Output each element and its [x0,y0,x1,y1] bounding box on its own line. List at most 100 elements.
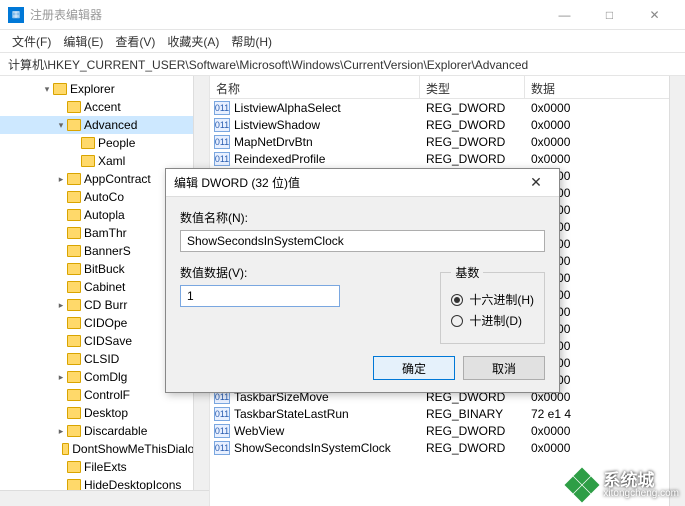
tree-item[interactable]: Desktop [0,404,209,422]
ok-button[interactable]: 确定 [373,356,455,380]
row-data: 0x0000 [525,441,685,455]
tree-item[interactable]: ▸ Discardable [0,422,209,440]
row-type: REG_DWORD [420,441,525,455]
value-icon: 011 [214,407,230,421]
value-data-input[interactable] [180,285,340,307]
folder-icon [67,407,81,419]
value-name-field: ShowSecondsInSystemClock [180,230,545,252]
twisty-icon[interactable]: ▸ [56,174,66,185]
address-text: 计算机\HKEY_CURRENT_USER\Software\Microsoft… [8,56,528,73]
folder-icon [81,137,95,149]
folder-icon [67,101,81,113]
folder-icon [62,443,70,455]
twisty-icon[interactable]: ▸ [56,372,66,383]
app-icon: ▦ [8,7,24,23]
folder-icon [67,263,81,275]
tree-item[interactable]: DontShowMeThisDialogA [0,440,209,458]
list-row[interactable]: 011TaskbarStateLastRunREG_BINARY72 e1 4 [210,405,685,422]
list-row[interactable]: 011WebViewREG_DWORD0x0000 [210,422,685,439]
tree-item[interactable]: ▾ Explorer [0,80,209,98]
radio-dec[interactable]: 十进制(D) [451,312,534,329]
radio-dec-indicator [451,315,463,327]
twisty-icon[interactable]: ▸ [56,300,66,311]
folder-icon [67,281,81,293]
row-name: MapNetDrvBtn [234,135,420,149]
value-icon: 011 [214,101,230,115]
radio-hex[interactable]: 十六进制(H) [451,291,534,308]
menu-file[interactable]: 文件(F) [8,31,55,52]
tree-item-label: BannerS [84,244,131,258]
list-row[interactable]: 011ListviewShadowREG_DWORD0x0000 [210,116,685,133]
maximize-button[interactable]: □ [587,1,632,29]
folder-icon [67,353,81,365]
addressbar[interactable]: 计算机\HKEY_CURRENT_USER\Software\Microsoft… [0,52,685,76]
list-scrollbar-v[interactable] [669,76,685,506]
menu-favorites[interactable]: 收藏夹(A) [163,31,223,52]
folder-icon [67,245,81,257]
tree-item[interactable]: Accent [0,98,209,116]
row-name: WebView [234,424,420,438]
twisty-icon[interactable]: ▾ [56,120,66,131]
menu-help[interactable]: 帮助(H) [227,31,276,52]
tree-item-label: AppContract [84,172,151,186]
cancel-button[interactable]: 取消 [463,356,545,380]
tree-scrollbar-h[interactable] [0,490,209,506]
folder-icon [67,173,81,185]
row-type: REG_BINARY [420,407,525,421]
tree-item-label: Autopla [84,208,125,222]
row-data: 0x0000 [525,135,685,149]
col-data[interactable]: 数据 [525,76,685,98]
list-row[interactable]: 011ShowSecondsInSystemClockREG_DWORD0x00… [210,439,685,456]
folder-icon [67,227,81,239]
watermark-url: xitongcheng.com [603,489,679,499]
list-row[interactable]: 011ListviewAlphaSelectREG_DWORD0x0000 [210,99,685,116]
twisty-icon[interactable]: ▾ [42,84,52,95]
menubar: 文件(F) 编辑(E) 查看(V) 收藏夹(A) 帮助(H) [0,30,685,52]
tree-item-label: BamThr [84,226,127,240]
list-header: 名称 类型 数据 [210,76,685,99]
row-type: REG_DWORD [420,152,525,166]
dialog-title: 编辑 DWORD (32 位)值 [174,174,521,191]
row-type: REG_DWORD [420,424,525,438]
twisty-icon[interactable]: ▸ [56,426,66,437]
tree-item[interactable]: FileExts [0,458,209,476]
folder-icon [67,389,81,401]
value-icon: 011 [214,118,230,132]
watermark-brand: 系统城 [603,472,679,489]
col-type[interactable]: 类型 [420,76,525,98]
col-name[interactable]: 名称 [210,76,420,98]
watermark-logo [567,470,597,500]
value-icon: 011 [214,424,230,438]
window-title: 注册表编辑器 [30,6,542,23]
tree-item-label: Cabinet [84,280,125,294]
tree-item-label: Explorer [70,82,115,96]
tree-item[interactable]: People [0,134,209,152]
folder-icon [67,335,81,347]
value-icon: 011 [214,135,230,149]
row-type: REG_DWORD [420,101,525,115]
folder-icon [67,317,81,329]
tree-item-label: Desktop [84,406,128,420]
row-data: 0x0000 [525,118,685,132]
dialog-close-button[interactable]: ✕ [521,174,551,191]
list-row[interactable]: 011MapNetDrvBtnREG_DWORD0x0000 [210,133,685,150]
menu-edit[interactable]: 编辑(E) [59,31,107,52]
list-row[interactable]: 011ReindexedProfileREG_DWORD0x0000 [210,150,685,167]
menu-view[interactable]: 查看(V) [111,31,159,52]
row-name: ReindexedProfile [234,152,420,166]
titlebar: ▦ 注册表编辑器 — □ ✕ [0,0,685,30]
watermark: 系统城 xitongcheng.com [567,470,679,500]
minimize-button[interactable]: — [542,1,587,29]
row-name: ListviewShadow [234,118,420,132]
folder-icon [67,425,81,437]
folder-icon [53,83,67,95]
tree-item-label: Discardable [84,424,147,438]
row-name: ShowSecondsInSystemClock [234,441,420,455]
tree-item-label: BitBuck [84,262,125,276]
tree-item[interactable]: ▾Advanced [0,116,209,134]
dialog-titlebar[interactable]: 编辑 DWORD (32 位)值 ✕ [166,169,559,197]
close-button[interactable]: ✕ [632,1,677,29]
base-fieldset: 基数 十六进制(H) 十进制(D) [440,264,545,344]
row-data: 0x0000 [525,152,685,166]
tree-item-label: CIDOpe [84,316,127,330]
